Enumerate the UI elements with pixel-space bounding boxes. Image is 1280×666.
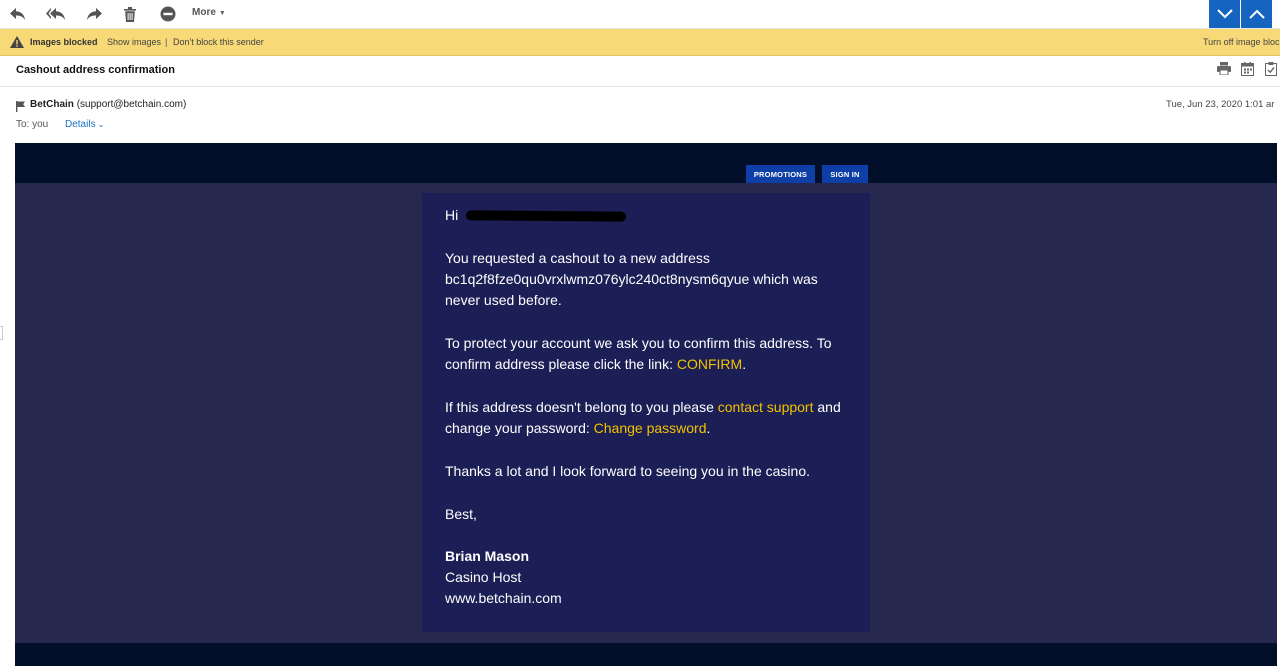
email-content-card: Hi You requested a cashout to a new addr… (422, 193, 870, 632)
contact-support-link[interactable]: contact support (718, 399, 814, 415)
greeting: Hi (445, 207, 459, 223)
more-menu-button[interactable]: More ▼ (192, 7, 226, 18)
details-label: Details (65, 119, 96, 130)
divider (0, 86, 1280, 87)
confirm-link[interactable]: CONFIRM (677, 356, 742, 372)
change-password-link[interactable]: Change password (594, 420, 707, 436)
message-toolbar: More ▼ (0, 0, 1280, 29)
sender-name[interactable]: BetChain (30, 99, 74, 110)
images-blocked-label: Images blocked (30, 37, 98, 47)
support-end: . (706, 420, 711, 436)
trash-icon[interactable] (118, 4, 142, 24)
support-paragraph: If this address doesn't belong to you pl… (445, 397, 855, 439)
promotions-button[interactable]: PROMOTIONS (746, 165, 815, 183)
email-footer (15, 643, 1277, 666)
reply-all-icon[interactable] (44, 4, 68, 24)
message-subject: Cashout address confirmation (16, 64, 175, 76)
images-blocked-bar: Images blocked Show images | Don't block… (0, 29, 1280, 56)
email-header: PROMOTIONS SIGN IN (15, 143, 1277, 183)
more-label: More (192, 7, 216, 18)
confirm-paragraph: To protect your account we ask you to co… (445, 333, 855, 375)
chevron-down-icon: ⌄ (97, 120, 105, 129)
sender-info: BetChain (support@betchain.com) (30, 99, 186, 110)
recipient-label: To: you (16, 119, 49, 130)
pane-resize-handle[interactable] (0, 326, 3, 340)
warning-icon (10, 36, 24, 50)
website-link[interactable]: www.betchain.com (445, 588, 855, 609)
flag-icon[interactable] (16, 99, 25, 117)
next-message-button[interactable] (1209, 0, 1240, 28)
separator: | (165, 37, 168, 47)
redacted-name (466, 210, 627, 222)
support-text: If this address doesn't belong to you pl… (445, 399, 718, 415)
confirm-end: . (742, 356, 747, 372)
show-images-link[interactable]: Show images (107, 37, 161, 47)
chevron-up-icon (1248, 9, 1265, 19)
sender-email: (support@betchain.com) (76, 99, 187, 110)
cashout-paragraph: You requested a cashout to a new address… (445, 250, 818, 308)
closing: Best, (445, 506, 477, 522)
block-icon[interactable] (156, 4, 180, 24)
email-body: PROMOTIONS SIGN IN Hi You requested a ca… (15, 143, 1277, 666)
message-date: Tue, Jun 23, 2020 1:01 ar (1166, 99, 1275, 110)
sign-in-button[interactable]: SIGN IN (822, 165, 868, 183)
caret-down-icon: ▼ (218, 10, 226, 17)
forward-icon[interactable] (82, 4, 106, 24)
print-icon[interactable] (1217, 62, 1231, 80)
details-toggle[interactable]: Details ⌄ (65, 119, 104, 130)
turn-off-image-blocking-link[interactable]: Turn off image bloc (1203, 37, 1280, 47)
dont-block-sender-link[interactable]: Don't block this sender (173, 37, 264, 47)
task-icon[interactable] (1265, 62, 1277, 81)
greeting-line: Hi (445, 205, 855, 226)
calendar-icon[interactable] (1241, 62, 1254, 81)
reply-icon[interactable] (6, 4, 30, 24)
chevron-down-icon (1216, 9, 1233, 19)
signer-title: Casino Host (445, 569, 522, 585)
signer-name: Brian Mason (445, 548, 530, 564)
previous-message-button[interactable] (1241, 0, 1272, 28)
thanks-paragraph: Thanks a lot and I look forward to seein… (445, 463, 810, 479)
confirm-text: To protect your account we ask you to co… (445, 335, 832, 372)
